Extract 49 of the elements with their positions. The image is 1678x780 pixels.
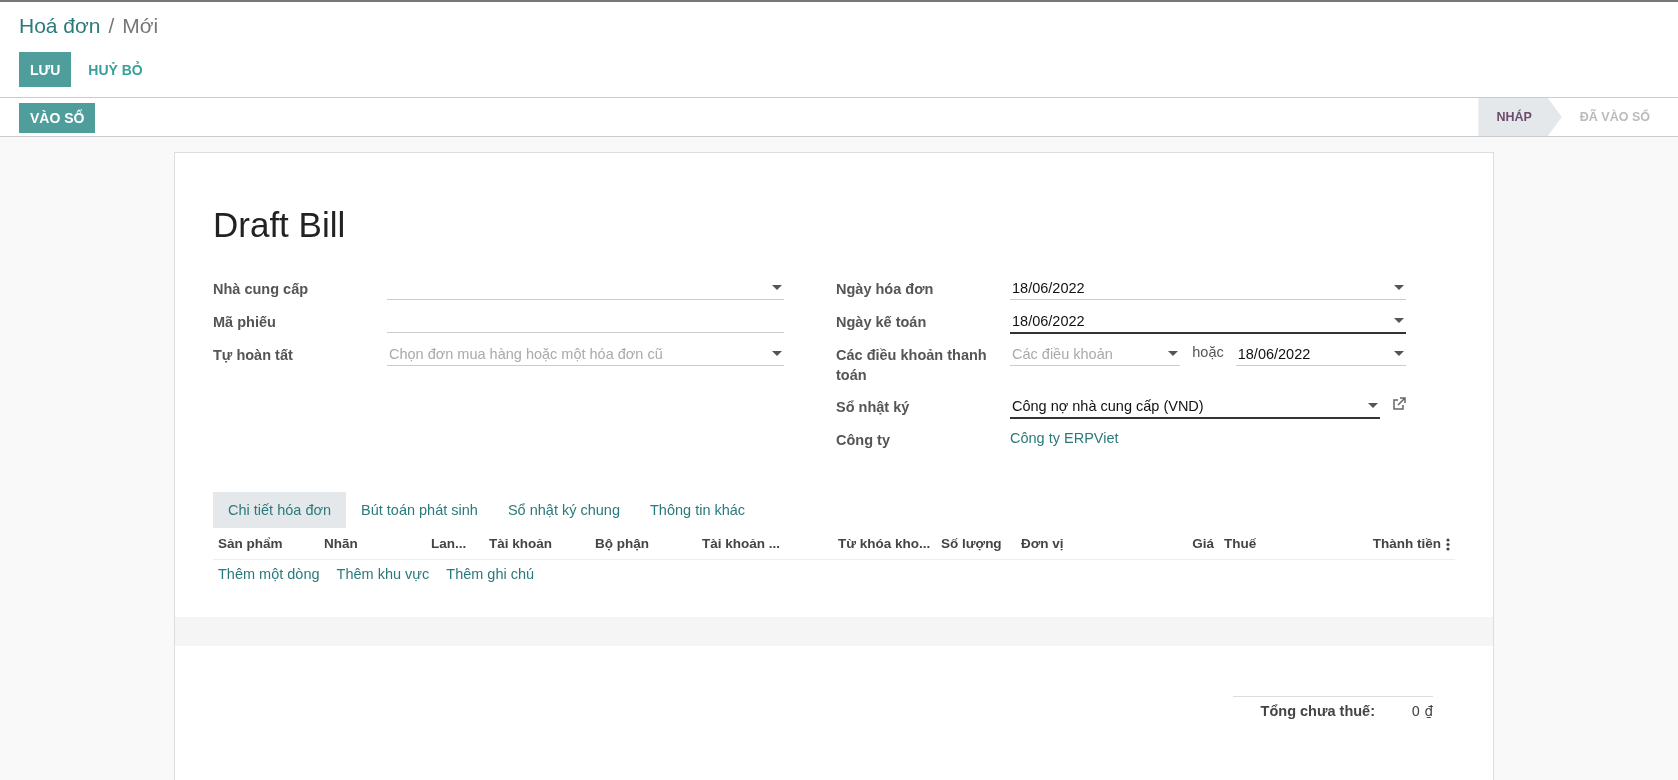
column-header[interactable]: Từ khóa kho... (833, 536, 936, 551)
field-label: Ngày hóa đơn (836, 280, 935, 299)
bill-title: Draft Bill (213, 205, 347, 245)
caret-icon (1368, 403, 1378, 409)
total-value: 0 ₫ (1410, 703, 1433, 719)
column-header[interactable]: Tài khoản (484, 536, 590, 551)
total-label: Tổng chưa thuế: (1260, 703, 1376, 719)
kebab-menu-icon[interactable] (1446, 538, 1450, 551)
add-link[interactable]: Thêm ghi chú (446, 566, 535, 582)
breadcrumb-separator: / (108, 14, 115, 38)
caret-icon (1394, 285, 1404, 291)
tab[interactable]: Sổ nhật ký chung (492, 492, 635, 528)
field-label: Mã phiếu (213, 313, 277, 332)
connector-text: hoặc (1192, 343, 1224, 360)
field-label: Nhà cung cấp (213, 280, 310, 299)
breadcrumb-link[interactable]: Hoá đơn (19, 14, 101, 38)
field-label: Tự hoàn tất (213, 346, 294, 365)
tab[interactable]: Thông tin khác (635, 492, 761, 528)
select-field[interactable]: Công nợ nhà cung cấp (VND) (1010, 395, 1380, 419)
column-header[interactable]: Đơn vị (1016, 536, 1181, 551)
column-header[interactable]: Sản phẩm (213, 536, 319, 551)
date-field[interactable]: 18/06/2022 (1235, 343, 1406, 366)
caret-icon (1394, 351, 1404, 357)
field-label: Các điều khoản thanh toán (836, 346, 988, 385)
status-step[interactable]: NHÁP (1478, 98, 1562, 136)
select-field[interactable]: 18/06/2022 (1010, 310, 1406, 334)
add-link[interactable]: Thêm khu vực (336, 566, 430, 582)
caret-icon (772, 351, 782, 357)
add-link[interactable]: Thêm một dòng (218, 566, 320, 582)
column-header[interactable]: Giá (1181, 536, 1219, 551)
column-header[interactable]: Lan... (426, 536, 484, 551)
tab[interactable]: Bút toán phát sinh (346, 492, 493, 528)
field-label: Ngày kế toán (836, 313, 928, 332)
breadcrumb-current: Mới (122, 14, 159, 38)
column-header[interactable]: Bộ phận (590, 536, 697, 551)
column-header[interactable]: Thuế (1219, 536, 1341, 551)
company-link[interactable]: Công ty ERPViet (1010, 424, 1406, 452)
column-header[interactable]: Thành tiền (1341, 536, 1446, 551)
field-label: Công ty (836, 431, 891, 450)
external-link-icon[interactable] (1392, 397, 1406, 411)
column-header[interactable]: Nhãn (319, 536, 426, 551)
caret-icon (772, 285, 782, 291)
tab[interactable]: Chi tiết hóa đơn (213, 492, 346, 528)
field-label: Sổ nhật ký (836, 398, 911, 417)
column-header[interactable]: Số lượng (936, 536, 1016, 551)
select-field[interactable]: 18/06/2022 (1010, 277, 1406, 300)
column-header[interactable]: Tài khoản ... (697, 536, 833, 551)
caret-icon (1394, 318, 1404, 324)
caret-icon (1168, 351, 1179, 357)
